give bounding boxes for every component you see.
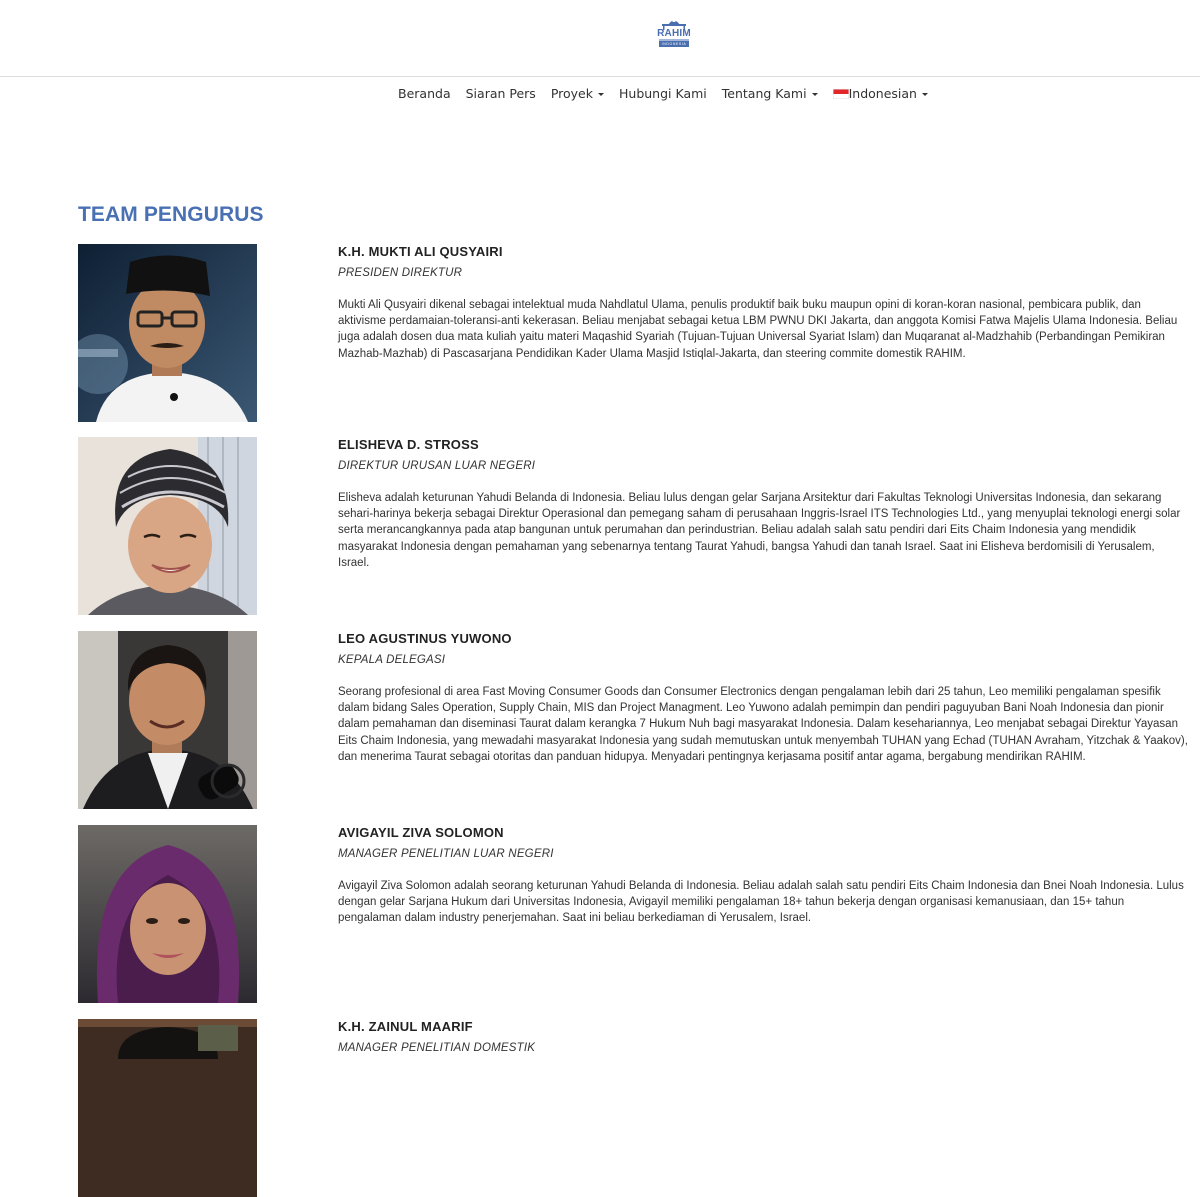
site-header: RAHIM INDONESIA [0,0,1200,77]
team-member-card: ELISHEVA D. STROSS DIREKTUR URUSAN LUAR … [0,437,1200,615]
nav-item-tentang-kami[interactable]: Tentang Kami [714,85,825,103]
main-nav: Beranda Siaran Pers Proyek Hubungi Kami … [0,85,1200,105]
team-member-card: K.H. ZAINUL MAARIF MANAGER PENELITIAN DO… [0,1019,1200,1197]
nav-label: Tentang Kami [721,86,807,101]
member-bio: Avigayil Ziva Solomon adalah seorang ket… [338,880,1184,925]
member-name: ELISHEVA D. STROSS [338,437,479,452]
member-name: AVIGAYIL ZIVA SOLOMON [338,825,504,840]
language-selector[interactable]: Indonesian [825,85,935,103]
member-bio: Mukti Ali Qusyairi dikenal sebagai intel… [338,299,1178,360]
caret-down-icon [921,93,928,96]
caret-down-icon [811,93,818,96]
member-role: KEPALA DELEGASI [338,654,446,666]
nav-label: Beranda [398,86,451,101]
nav-item-proyek[interactable]: Proyek [543,85,611,103]
member-role: MANAGER PENELITIAN LUAR NEGERI [338,848,554,860]
member-photo [78,437,257,615]
team-member-card: LEO AGUSTINUS YUWONO KEPALA DELEGASI Seo… [0,631,1200,809]
member-name: K.H. ZAINUL MAARIF [338,1019,473,1034]
page-title: TEAM PENGURUS [78,203,264,226]
member-role: MANAGER PENELITIAN DOMESTIK [338,1042,536,1054]
member-photo [78,1019,257,1197]
member-role: DIREKTUR URUSAN LUAR NEGERI [338,460,536,472]
member-photo [78,825,257,1003]
caret-down-icon [598,93,604,96]
nav-item-hubungi-kami[interactable]: Hubungi Kami [612,85,715,103]
member-name: LEO AGUSTINUS YUWONO [338,631,512,646]
nav-label: Proyek [550,86,593,101]
nav-item-siaran-pers[interactable]: Siaran Pers [458,85,543,103]
member-bio: Seorang profesional di area Fast Moving … [338,686,1188,763]
indonesia-flag-icon [832,89,849,99]
member-photo [78,244,257,422]
logo-wordmark: RAHIM [657,28,691,39]
logo-subtext: INDONESIA [661,42,687,46]
member-bio: Elisheva adalah keturunan Yahudi Belanda… [338,492,1181,569]
member-role: PRESIDEN DIREKTUR [338,267,463,279]
team-member-card: AVIGAYIL ZIVA SOLOMON MANAGER PENELITIAN… [0,825,1200,1003]
rahim-logo[interactable]: RAHIM INDONESIA [656,14,692,48]
nav-label: Siaran Pers [465,86,536,101]
nav-item-beranda[interactable]: Beranda [391,85,459,103]
language-label: Indonesian [848,86,917,101]
member-photo [78,631,257,809]
nav-label: Hubungi Kami [619,86,707,101]
team-member-card: K.H. MUKTI ALI QUSYAIRI PRESIDEN DIREKTU… [0,244,1200,422]
member-name: K.H. MUKTI ALI QUSYAIRI [338,244,503,259]
